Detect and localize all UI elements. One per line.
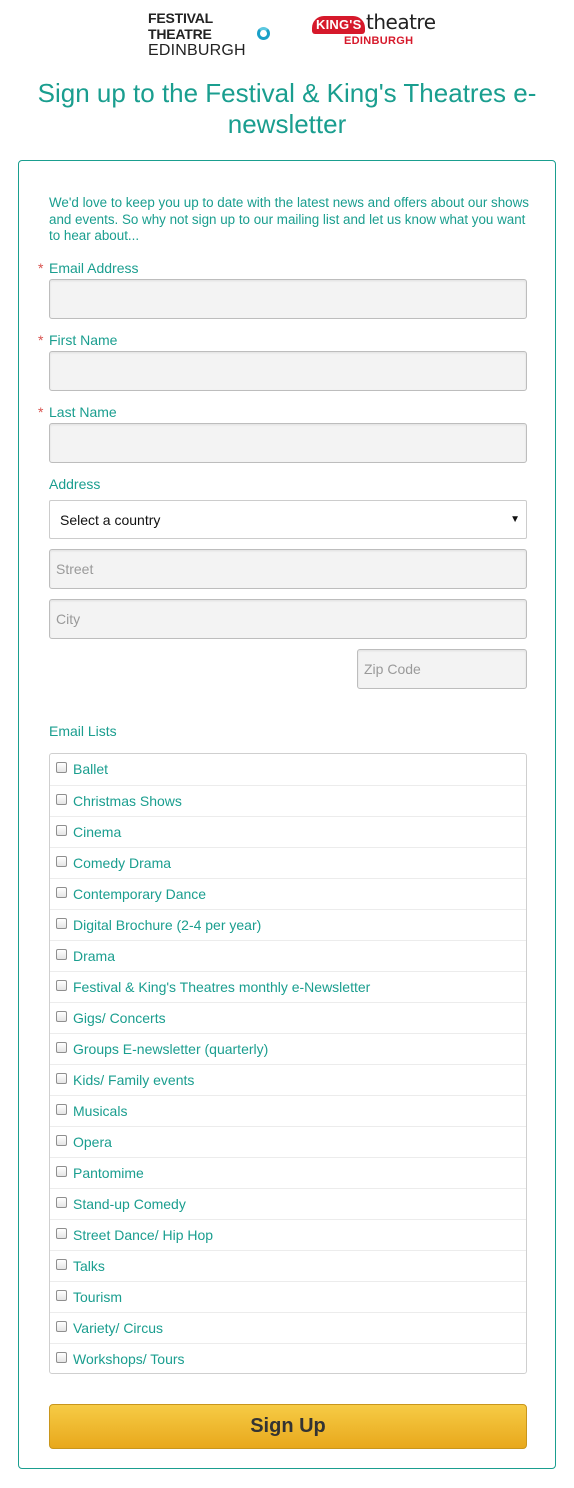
first-name-field[interactable] [49, 351, 527, 391]
country-select[interactable]: Select a country ▼ [49, 500, 527, 539]
list-item-label: Ballet [73, 761, 109, 777]
checkbox[interactable] [56, 1166, 67, 1177]
first-name-required-marker: * [38, 332, 44, 348]
list-item-label: Tourism [73, 1289, 123, 1305]
zip-code-field[interactable] [357, 649, 527, 689]
checkbox[interactable] [56, 1135, 67, 1146]
festival-theatre-logo: FESTIVAL THEATRE EDINBURGH [148, 10, 274, 59]
street-field[interactable] [49, 549, 527, 589]
email-field[interactable] [49, 279, 527, 319]
list-item-label: Variety/ Circus [73, 1320, 163, 1336]
list-item[interactable]: Christmas Shows [50, 785, 526, 816]
checkbox[interactable] [56, 1042, 67, 1053]
list-item-label: Cinema [73, 824, 122, 840]
list-item-label: Digital Brochure (2-4 per year) [73, 917, 262, 933]
list-item[interactable]: Digital Brochure (2-4 per year) [50, 909, 526, 940]
header-logos: FESTIVAL THEATRE EDINBURGH KING'S theatr… [0, 10, 574, 59]
list-item[interactable]: Drama [50, 940, 526, 971]
list-item-label: Drama [73, 948, 116, 964]
list-item-label: Talks [73, 1258, 105, 1274]
email-required-marker: * [38, 260, 44, 276]
checkbox[interactable] [56, 918, 67, 929]
festival-logo-line1: FESTIVAL THEATRE [148, 10, 213, 42]
list-item-label: Pantomime [73, 1165, 144, 1181]
checkbox[interactable] [56, 1321, 67, 1332]
intro-text: We'd love to keep you up to date with th… [49, 195, 529, 243]
festival-logo-line2: EDINBURGH [148, 42, 246, 59]
list-item-label: Kids/ Family events [73, 1072, 195, 1088]
checkbox[interactable] [56, 1073, 67, 1084]
checkbox[interactable] [56, 1104, 67, 1115]
list-item-label: Groups E-newsletter (quarterly) [73, 1041, 269, 1057]
first-name-label: First Name [49, 332, 118, 348]
checkbox[interactable] [56, 1011, 67, 1022]
email-lists-label: Email Lists [49, 723, 117, 739]
list-item[interactable]: Ballet [50, 754, 526, 785]
checkbox[interactable] [56, 980, 67, 991]
checkbox[interactable] [56, 1352, 67, 1363]
list-item[interactable]: Workshops/ Tours [50, 1343, 526, 1374]
list-item[interactable]: Pantomime [50, 1157, 526, 1188]
list-item[interactable]: Comedy Drama [50, 847, 526, 878]
kings-logo-badge: KING'S [312, 16, 366, 34]
list-item[interactable]: Cinema [50, 816, 526, 847]
ring-icon [257, 27, 270, 40]
list-item-label: Musicals [73, 1103, 128, 1119]
list-item-label: Opera [73, 1134, 112, 1150]
sign-up-button[interactable]: Sign Up [49, 1404, 527, 1449]
list-item-label: Street Dance/ Hip Hop [73, 1227, 214, 1243]
checkbox[interactable] [56, 949, 67, 960]
list-item[interactable]: Tourism [50, 1281, 526, 1312]
list-item[interactable]: Opera [50, 1126, 526, 1157]
checkbox[interactable] [56, 1290, 67, 1301]
city-field[interactable] [49, 599, 527, 639]
list-item[interactable]: Street Dance/ Hip Hop [50, 1219, 526, 1250]
list-item[interactable]: Stand-up Comedy [50, 1188, 526, 1219]
page-title: Sign up to the Festival & King's Theatre… [37, 78, 537, 139]
checkbox[interactable] [56, 856, 67, 867]
last-name-required-marker: * [38, 404, 44, 420]
caret-down-icon: ▼ [510, 514, 520, 525]
checkbox[interactable] [56, 1228, 67, 1239]
list-item-label: Comedy Drama [73, 855, 172, 871]
list-item-label: Stand-up Comedy [73, 1196, 186, 1212]
list-item[interactable]: Festival & King's Theatres monthly e-New… [50, 971, 526, 1002]
list-item[interactable]: Kids/ Family events [50, 1064, 526, 1095]
list-item-label: Gigs/ Concerts [73, 1010, 166, 1026]
list-item[interactable]: Contemporary Dance [50, 878, 526, 909]
list-item-label: Workshops/ Tours [73, 1351, 185, 1367]
list-item[interactable]: Talks [50, 1250, 526, 1281]
address-label: Address [49, 476, 101, 492]
checkbox[interactable] [56, 794, 67, 805]
list-item[interactable]: Variety/ Circus [50, 1312, 526, 1343]
email-lists-box[interactable]: Ballet Christmas Shows Cinema Comedy Dra… [49, 753, 527, 1374]
kings-theatre-logo: KING'S theatre EDINBURGH [312, 10, 436, 52]
country-select-value: Select a country [60, 512, 161, 528]
checkbox[interactable] [56, 1197, 67, 1208]
list-item-label: Christmas Shows [73, 793, 182, 809]
list-item[interactable]: Gigs/ Concerts [50, 1002, 526, 1033]
last-name-label: Last Name [49, 404, 117, 420]
list-item[interactable]: Groups E-newsletter (quarterly) [50, 1033, 526, 1064]
checkbox[interactable] [56, 887, 67, 898]
last-name-field[interactable] [49, 423, 527, 463]
checkbox[interactable] [56, 825, 67, 836]
checkbox[interactable] [56, 762, 67, 773]
kings-logo-city: EDINBURGH [344, 35, 414, 47]
email-label: Email Address [49, 260, 139, 276]
list-item[interactable]: Musicals [50, 1095, 526, 1126]
list-item-label: Festival & King's Theatres monthly e-New… [73, 979, 371, 995]
checkbox[interactable] [56, 1259, 67, 1270]
list-item-label: Contemporary Dance [73, 886, 207, 902]
kings-logo-word: theatre [366, 10, 436, 34]
